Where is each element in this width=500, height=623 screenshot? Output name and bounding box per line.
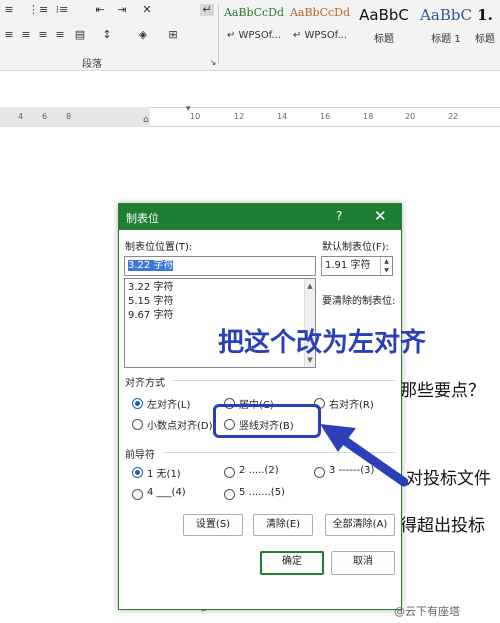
style-wpsoffice-2[interactable]: AaBbCcDd ↵ WPSOf... (288, 2, 352, 46)
radio-leader-middot[interactable] (224, 489, 235, 500)
borders-icon[interactable]: ⊞ (166, 29, 180, 41)
list-item[interactable]: 9.67 字符 (128, 309, 315, 323)
style-heading-1[interactable]: AaBbC 标题 1 (414, 2, 478, 46)
shading-icon[interactable]: ◈ (136, 29, 150, 41)
radio-align-left[interactable] (132, 398, 143, 409)
decrease-indent-icon[interactable]: ⇤ (93, 4, 107, 16)
style-heading[interactable]: AaBbC 标题 (352, 2, 416, 46)
tab-position-input[interactable]: 3.22 字符 (124, 256, 316, 276)
justify-icon[interactable]: ≡ (53, 29, 67, 41)
style-sample: AaBbCcDd (289, 6, 351, 19)
annotation-callout: 把这个改为左对齐 (218, 328, 427, 358)
default-tab-label: 默认制表位(F): (322, 242, 389, 253)
style-name: 标题 (475, 34, 495, 45)
style-name: 标题 (374, 34, 394, 45)
indent-marker-icon[interactable]: ⌂ (143, 115, 149, 125)
list-item[interactable]: 5.15 字符 (128, 295, 315, 309)
tab-position-label: 制表位位置(T): (125, 242, 193, 253)
paragraph-group-label: 段落 (82, 59, 102, 70)
align-left-icon[interactable]: ≡ (2, 29, 16, 41)
dialog-title: 制表位 (126, 212, 159, 225)
multilevel-list-icon[interactable]: ⁝≡ (55, 4, 69, 16)
ruler-tick: 20 (405, 112, 416, 121)
style-sample: 1. (477, 6, 493, 24)
annotation-highlight-box (213, 404, 321, 438)
style-sample: AaBbC (359, 6, 409, 24)
to-clear-label: 要清除的制表位: (322, 296, 396, 307)
spin-arrows-icon[interactable]: ▲ ▼ (380, 257, 392, 275)
group-divider (173, 380, 395, 381)
ruler-tick: 14 (277, 112, 288, 121)
increase-indent-icon[interactable]: ⇥ (115, 4, 129, 16)
document-line: 那些要点？ (400, 381, 485, 401)
ruler-text-area: 4 6 8 10 12 14 16 18 20 22 (18, 107, 500, 127)
cancel-button[interactable]: 取消 (331, 551, 395, 575)
default-tab-stepper[interactable]: 1.91 字符 ▲ ▼ (321, 256, 393, 276)
list-item[interactable]: 3.22 字符 (128, 281, 315, 295)
numbering-icon[interactable]: ⋮≡ (28, 4, 48, 16)
align-center-icon[interactable]: ≡ (19, 29, 33, 41)
ruler-tick: 4 (18, 112, 24, 121)
ruler-tick: 6 (42, 112, 48, 121)
set-button[interactable]: 设置(S) (183, 514, 243, 536)
help-icon[interactable]: ? (336, 209, 342, 223)
radio-label[interactable]: 1 无(1) (147, 465, 181, 480)
document-line: 得超出投标 (400, 516, 485, 536)
radio-label[interactable]: 5 .......(5) (239, 487, 285, 498)
radio-align-decimal[interactable] (132, 419, 143, 430)
radio-leader-none[interactable] (132, 467, 143, 478)
scroll-up-icon[interactable]: ▲ (305, 279, 315, 293)
style-wpsoffice-1[interactable]: AaBbCcDd ↵ WPSOf... (222, 2, 286, 46)
style-sample: AaBbCcDd (223, 6, 285, 19)
distribute-icon[interactable]: ▤ (73, 29, 87, 41)
ruler-tick: 8 (66, 112, 72, 121)
radio-label[interactable]: 小数点对齐(D) (147, 417, 213, 432)
tab-stop-marker-icon[interactable]: ▾ (186, 104, 191, 114)
ruler-tick: 22 (448, 112, 459, 121)
annotation-arrow-icon (320, 424, 408, 487)
ok-button[interactable]: 确定 (260, 551, 324, 575)
style-heading-2[interactable]: 1. 标题 (470, 2, 500, 46)
ruler-tick: 10 (190, 112, 201, 121)
clear-button[interactable]: 清除(E) (253, 514, 313, 536)
watermark: @云下有座塔 (394, 605, 460, 618)
style-sample: AaBbC (420, 6, 472, 24)
close-icon[interactable]: ✕ (374, 207, 387, 225)
leader-group-label: 前导符 (125, 450, 155, 461)
ruler-tick: 12 (234, 112, 245, 121)
radio-label[interactable]: 右对齐(R) (329, 396, 374, 411)
dialog-titlebar[interactable]: 制表位 ? ✕ (119, 204, 401, 230)
alignment-group-label: 对齐方式 (125, 378, 165, 389)
radio-label[interactable]: 4 ___(4) (147, 487, 186, 498)
show-marks-icon[interactable]: ↵ (200, 4, 214, 16)
style-name: ↵ WPSOf... (226, 30, 282, 41)
clear-all-button[interactable]: 全部清除(A) (325, 514, 395, 536)
document-line: 对投标文件 (406, 469, 491, 489)
style-name: 标题 1 (431, 34, 461, 45)
ruler-tick: 16 (320, 112, 331, 121)
group-separator (218, 4, 219, 64)
align-right-icon[interactable]: ≡ (36, 29, 50, 41)
radio-label[interactable]: 左对齐(L) (147, 396, 190, 411)
style-name: ↵ WPSOf... (292, 30, 348, 41)
radio-leader-underline[interactable] (132, 489, 143, 500)
line-spacing-icon[interactable]: ↕ (100, 29, 114, 41)
radio-label[interactable]: 2 .....(2) (239, 465, 279, 476)
chinese-layout-icon[interactable]: ✕ (140, 4, 154, 16)
radio-leader-dots[interactable] (224, 467, 235, 478)
ribbon: ≡ ⋮≡ ⁝≡ ⇤ ⇥ ✕ ↵ ≡ ≡ ≡ ≡ ▤ ↕ ◈ ⊞ 段落 ↘ AaB… (0, 0, 500, 71)
bullets-icon[interactable]: ≡ (2, 4, 16, 16)
ruler-tick: 18 (363, 112, 374, 121)
